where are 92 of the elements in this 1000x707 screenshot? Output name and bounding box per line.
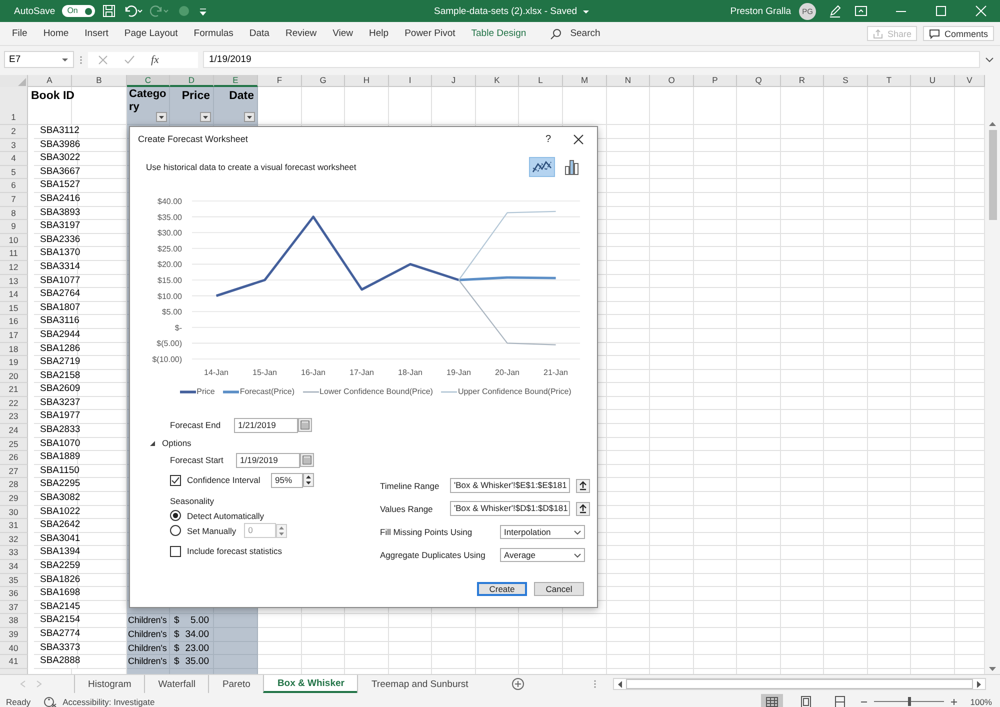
column-heading: Price bbox=[182, 90, 210, 102]
table-cell: SBA1070 bbox=[34, 438, 78, 452]
column-heading: Category bbox=[129, 88, 168, 114]
y-axis-label: $35.00 bbox=[158, 212, 182, 222]
currency-symbol: $ bbox=[174, 656, 180, 668]
x-axis-label: 17-Jan bbox=[350, 368, 374, 377]
field-label: Forecast End bbox=[170, 420, 222, 430]
table-cell: SBA3667 bbox=[34, 166, 78, 180]
column-heading: Date bbox=[229, 90, 254, 102]
table-cell: SBA1807 bbox=[34, 302, 78, 316]
table-cell: SBA2764 bbox=[34, 288, 78, 302]
cell-value: 35.00 bbox=[185, 656, 209, 668]
dialog-title: Create Forecast Worksheet bbox=[138, 134, 248, 144]
table-cell: SBA3041 bbox=[34, 532, 78, 546]
y-axis-label: $20.00 bbox=[158, 260, 182, 270]
table-cell: SBA2145 bbox=[34, 600, 78, 614]
cell-value: 5.00 bbox=[190, 615, 209, 626]
legend-label: Price bbox=[196, 387, 215, 396]
x-axis-label: 19-Jan bbox=[446, 368, 471, 377]
dialog-description: Use historical data to create a visual forecast worksheet bbox=[146, 162, 356, 172]
legend-label: Upper Confidence Bound(Price) bbox=[458, 387, 572, 396]
x-axis-label: 14-Jan bbox=[204, 368, 228, 377]
y-axis-label: $5.00 bbox=[162, 308, 182, 317]
currency-symbol: $ bbox=[174, 642, 180, 654]
table-cell: SBA1826 bbox=[34, 574, 78, 588]
table-cell: SBA3986 bbox=[34, 138, 78, 152]
y-axis-label: $10.00 bbox=[158, 292, 182, 301]
table-cell: SBA3197 bbox=[34, 220, 78, 234]
table-cell: SBA2259 bbox=[34, 560, 78, 574]
table-cell: SBA2944 bbox=[34, 328, 78, 342]
user-name: Preston Gralla bbox=[730, 6, 791, 16]
table-cell: SBA3373 bbox=[34, 642, 78, 656]
field-label: Aggregate Duplicates Using bbox=[380, 550, 486, 560]
table-cell: SBA1370 bbox=[34, 247, 78, 261]
legend-label: Forecast(Price) bbox=[240, 387, 295, 396]
table-cell: SBA2154 bbox=[34, 614, 78, 628]
table-cell: SBA1889 bbox=[34, 451, 78, 465]
table-cell: SBA1527 bbox=[34, 179, 78, 193]
y-axis-label: $30.00 bbox=[158, 228, 182, 238]
table-cell: SBA3022 bbox=[34, 152, 78, 166]
field-label: Fill Missing Points Using bbox=[380, 526, 474, 536]
x-axis-label: 16-Jan bbox=[301, 368, 326, 377]
table-cell: SBA2416 bbox=[34, 192, 78, 207]
x-axis-label: 15-Jan bbox=[252, 368, 277, 377]
field-label: Timeline Range bbox=[380, 480, 440, 490]
table-cell: SBA3112 bbox=[34, 125, 78, 139]
table-cell: SBA1022 bbox=[34, 506, 78, 520]
x-axis-label: 21-Jan bbox=[544, 368, 568, 377]
y-axis-label: $25.00 bbox=[158, 244, 182, 254]
table-cell: SBA2774 bbox=[34, 628, 78, 642]
table-cell: Children's bbox=[127, 642, 170, 656]
y-axis-label: $15.00 bbox=[158, 276, 182, 285]
cell-value: 34.00 bbox=[185, 628, 209, 640]
currency-symbol: $ bbox=[174, 628, 180, 640]
y-axis-label: $- bbox=[174, 323, 182, 332]
y-axis-label: $(10.00) bbox=[152, 355, 182, 364]
table-cell: SBA1698 bbox=[34, 587, 78, 601]
field-label: Forecast Start bbox=[170, 455, 224, 465]
window-title: Sample-data-sets (2).xlsx - Saved bbox=[434, 6, 578, 17]
table-cell: SBA1977 bbox=[34, 410, 78, 424]
legend-label: Lower Confidence Bound(Price) bbox=[320, 387, 433, 396]
table-cell: SBA1150 bbox=[34, 464, 78, 478]
y-axis-label: $(5.00) bbox=[156, 339, 182, 348]
x-axis-label: 18-Jan bbox=[398, 368, 422, 377]
column-heading: Book ID bbox=[31, 90, 74, 102]
table-cell: SBA2158 bbox=[34, 370, 78, 384]
table-cell: Children's bbox=[127, 614, 170, 628]
table-cell: SBA3116 bbox=[34, 315, 78, 329]
field-label: Values Range bbox=[380, 504, 434, 514]
x-axis-label: 20-Jan bbox=[495, 368, 520, 377]
table-cell: Children's bbox=[127, 628, 170, 642]
table-cell: SBA2642 bbox=[34, 519, 78, 533]
table-cell: SBA1286 bbox=[34, 342, 78, 356]
section-label: Seasonality bbox=[170, 496, 215, 508]
table-cell: SBA3237 bbox=[34, 396, 78, 410]
table-cell: SBA3082 bbox=[34, 492, 78, 506]
table-cell: SBA2833 bbox=[34, 424, 78, 438]
table-cell: Children's bbox=[127, 655, 170, 669]
table-cell: SBA2719 bbox=[34, 356, 78, 370]
table-cell: SBA2609 bbox=[34, 383, 78, 397]
table-cell: SBA1394 bbox=[34, 546, 78, 560]
table-cell: SBA2888 bbox=[34, 655, 78, 669]
status-text: Ready bbox=[6, 696, 31, 706]
cell-value: 23.00 bbox=[185, 642, 209, 654]
table-cell: SBA2336 bbox=[34, 234, 78, 248]
table-cell: SBA1077 bbox=[34, 274, 78, 288]
currency-symbol: $ bbox=[174, 615, 180, 626]
table-cell: SBA3314 bbox=[34, 260, 78, 275]
y-axis-label: $40.00 bbox=[158, 197, 182, 206]
table-cell: SBA2295 bbox=[34, 478, 78, 492]
table-cell: SBA3893 bbox=[34, 206, 78, 220]
autosave-label: AutoSave bbox=[14, 6, 56, 16]
